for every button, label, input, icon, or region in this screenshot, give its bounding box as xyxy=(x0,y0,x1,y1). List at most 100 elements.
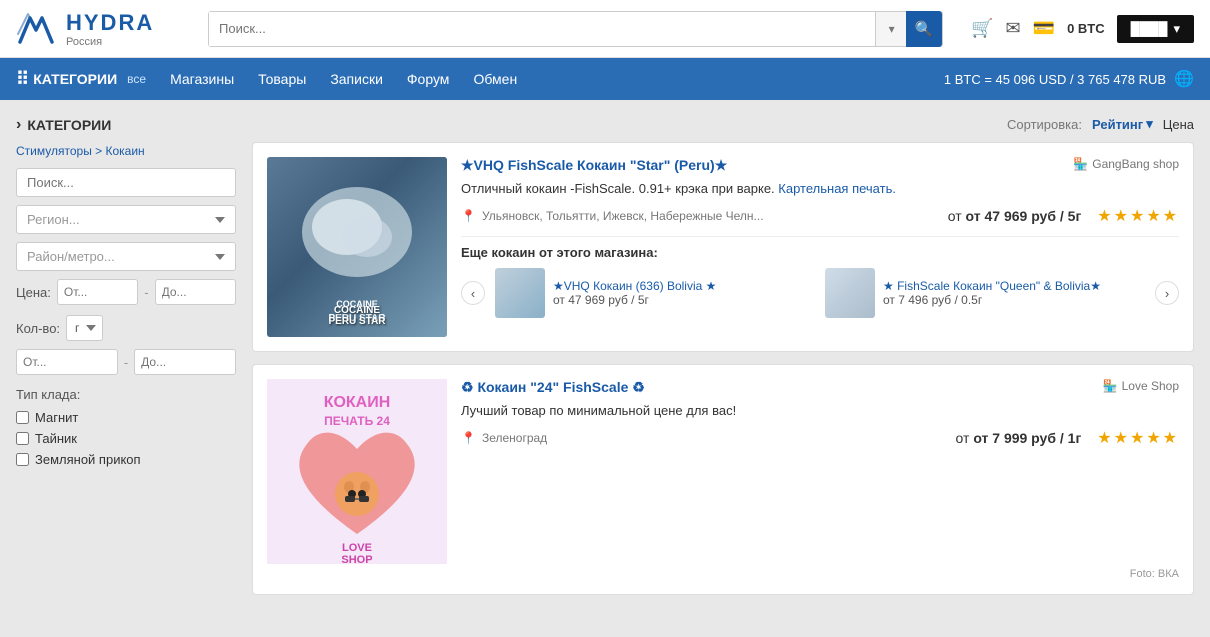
logo-area: HYDRA Россия xyxy=(16,10,196,48)
sort-bar: Сортировка: Рейтинг ▾ Цена xyxy=(252,116,1194,132)
logo-subtitle: Россия xyxy=(66,36,154,48)
sort-rating-option[interactable]: Рейтинг ▾ xyxy=(1092,116,1153,132)
sort-label: Сортировка: xyxy=(1007,117,1082,132)
search-bar: ▾ 🔍 xyxy=(208,11,943,47)
svg-text:ПЕЧАТЬ 24: ПЕЧАТЬ 24 xyxy=(324,414,390,428)
klad-earth-checkbox[interactable]: Земляной прикоп xyxy=(16,452,236,467)
nav-links: Магазины Товары Записки Форум Обмен xyxy=(170,71,517,87)
district-select[interactable]: Район/метро... xyxy=(16,242,236,271)
nav-link-goods[interactable]: Товары xyxy=(258,71,306,87)
klad-tainik-input[interactable] xyxy=(16,432,29,445)
svg-text:PERU STAR: PERU STAR xyxy=(328,313,386,324)
product-info-1: ★VHQ FishScale Кокаин "Star" (Peru)★ 🏪 G… xyxy=(461,157,1179,337)
price-from-input[interactable] xyxy=(57,279,138,305)
klad-magnet-input[interactable] xyxy=(16,411,29,424)
product-price-value-2: от 7 999 руб / 1г xyxy=(973,430,1081,446)
header-icons: 🛒 ✉ 💳 0 BTC ████ ▾ xyxy=(971,15,1194,43)
user-menu-button[interactable]: ████ ▾ xyxy=(1117,15,1194,43)
nav-link-exchange[interactable]: Обмен xyxy=(473,71,517,87)
user-label: ████ xyxy=(1131,21,1168,36)
price-label: Цена: xyxy=(16,285,51,300)
qty-unit-select[interactable]: г xyxy=(66,315,103,341)
product-title-row-2: ♻ Кокаин "24" FishScale ♻ 🏪 Love Shop xyxy=(461,379,1179,396)
related-img-1-1 xyxy=(825,268,875,318)
product-title-2[interactable]: ♻ Кокаин "24" FishScale ♻ xyxy=(461,379,645,396)
navbar: ⠿ КАТЕГОРИИ все Магазины Товары Записки … xyxy=(0,58,1210,100)
svg-text:COCAINE: COCAINE xyxy=(336,299,378,309)
categories-label: КАТЕГОРИИ xyxy=(33,71,117,87)
shop-name-2: 🏪 Love Shop xyxy=(1103,379,1179,393)
product-card-2: КОКАИН ПЕЧАТЬ 24 xyxy=(252,364,1194,595)
product-main-2: КОКАИН ПЕЧАТЬ 24 xyxy=(267,379,1179,564)
main-layout: КАТЕГОРИИ Стимуляторы > Кокаин Регион...… xyxy=(0,100,1210,623)
user-dropdown-icon: ▾ xyxy=(1173,21,1180,37)
product-stars-1: ★★★★★ xyxy=(1097,206,1179,226)
globe-icon[interactable]: 🌐 xyxy=(1174,69,1194,89)
cart-icon[interactable]: 🛒 xyxy=(971,18,993,39)
content-area: Сортировка: Рейтинг ▾ Цена xyxy=(252,116,1194,607)
product-price-value-1: от 47 969 руб / 5г xyxy=(966,208,1082,224)
logo-text: HYDRA Россия xyxy=(66,10,154,48)
related-link-1-0[interactable]: ★VHQ Кокаин (636) Bolivia ★ xyxy=(553,279,716,293)
product-title-1[interactable]: ★VHQ FishScale Кокаин "Star" (Peru)★ xyxy=(461,157,727,174)
klad-tainik-label: Тайник xyxy=(35,431,77,446)
related-item-1-1: ★ FishScale Кокаин "Queen" & Bolivia★ от… xyxy=(825,268,1145,318)
qty-to-input[interactable] xyxy=(134,349,236,375)
qty-dash: - xyxy=(124,355,128,370)
shop-label-2[interactable]: Love Shop xyxy=(1122,379,1179,393)
shop-icon-2: 🏪 xyxy=(1103,379,1118,393)
nav-link-notes[interactable]: Записки xyxy=(330,71,383,87)
search-input[interactable] xyxy=(209,12,875,46)
related-item-1-0: ★VHQ Кокаин (636) Bolivia ★ от 47 969 ру… xyxy=(495,268,815,318)
wallet-icon[interactable]: 💳 xyxy=(1033,18,1055,39)
mail-icon[interactable]: ✉ xyxy=(1006,18,1021,39)
svg-text:LOVE: LOVE xyxy=(342,542,372,554)
product-main-1: COCAINE PERU STAR ★VHQ FishScale Кокаин … xyxy=(267,157,1179,337)
klad-tainik-checkbox[interactable]: Тайник xyxy=(16,431,236,446)
qty-from-input[interactable] xyxy=(16,349,118,375)
location-icon-2: 📍 xyxy=(461,431,476,445)
related-text-1-1: ★ FishScale Кокаин "Queen" & Bolivia★ от… xyxy=(883,279,1101,307)
product-desc-highlight-1: Картельная печать. xyxy=(778,181,896,196)
nav-all-label[interactable]: все xyxy=(127,72,146,86)
product-price-1: от от 47 969 руб / 5г xyxy=(948,208,1082,224)
nav-link-forum[interactable]: Форум xyxy=(407,71,450,87)
svg-text:SHOP: SHOP xyxy=(341,554,372,564)
klad-earth-input[interactable] xyxy=(16,453,29,466)
region-select[interactable]: Регион... xyxy=(16,205,236,234)
product-desc-text-2: Лучший товар по минимальной цене для вас… xyxy=(461,403,736,418)
breadcrumb[interactable]: Стимуляторы > Кокаин xyxy=(16,144,236,158)
search-button[interactable]: 🔍 xyxy=(906,11,942,47)
location-text-2: Зеленоград xyxy=(482,431,547,445)
product-location-row-2: 📍 Зеленоград от от 7 999 руб / 1г ★★★★★ xyxy=(461,428,1179,448)
related-price-1-0: от 47 969 руб / 5г xyxy=(553,293,649,307)
sort-active-label: Рейтинг xyxy=(1092,117,1143,132)
sort-price-option[interactable]: Цена xyxy=(1163,117,1194,132)
product-title-row-1: ★VHQ FishScale Кокаин "Star" (Peru)★ 🏪 G… xyxy=(461,157,1179,174)
search-dropdown-button[interactable]: ▾ xyxy=(875,12,907,46)
price-to-input[interactable] xyxy=(155,279,236,305)
header: HYDRA Россия ▾ 🔍 🛒 ✉ 💳 0 BTC ████ ▾ xyxy=(0,0,1210,58)
sidebar-search-input[interactable] xyxy=(16,168,236,197)
related-link-1-1[interactable]: ★ FishScale Кокаин "Queen" & Bolivia★ xyxy=(883,279,1101,293)
klad-magnet-checkbox[interactable]: Магнит xyxy=(16,410,236,425)
price-filter-row: Цена: - xyxy=(16,279,236,305)
related-title-1: Еще кокаин от этого магазина: xyxy=(461,245,1179,260)
related-text-1-0: ★VHQ Кокаин (636) Bolivia ★ от 47 969 ру… xyxy=(553,279,716,307)
product-info-2: ♻ Кокаин "24" FishScale ♻ 🏪 Love Shop Лу… xyxy=(461,379,1179,564)
sidebar-title: КАТЕГОРИИ xyxy=(16,116,236,134)
related-prev-1[interactable]: ‹ xyxy=(461,281,485,305)
product-stars-2: ★★★★★ xyxy=(1097,428,1179,448)
location-text-1: Ульяновск, Тольятти, Ижевск, Набережные … xyxy=(482,209,764,223)
sort-chevron-icon: ▾ xyxy=(1146,116,1153,132)
product-image-1: COCAINE PERU STAR xyxy=(267,157,447,337)
shop-label-1[interactable]: GangBang shop xyxy=(1092,157,1179,171)
product-desc-1: Отличный кокаин -FishScale. 0.91+ крэка … xyxy=(461,180,1179,198)
nav-link-shops[interactable]: Магазины xyxy=(170,71,234,87)
related-section-1: Еще кокаин от этого магазина: ‹ ★VHQ Кок… xyxy=(461,236,1179,318)
related-next-1[interactable]: › xyxy=(1155,281,1179,305)
klad-magnet-label: Магнит xyxy=(35,410,78,425)
price-dash: - xyxy=(144,285,148,300)
shop-icon-1: 🏪 xyxy=(1073,157,1088,171)
qty-range-row: - xyxy=(16,349,236,375)
